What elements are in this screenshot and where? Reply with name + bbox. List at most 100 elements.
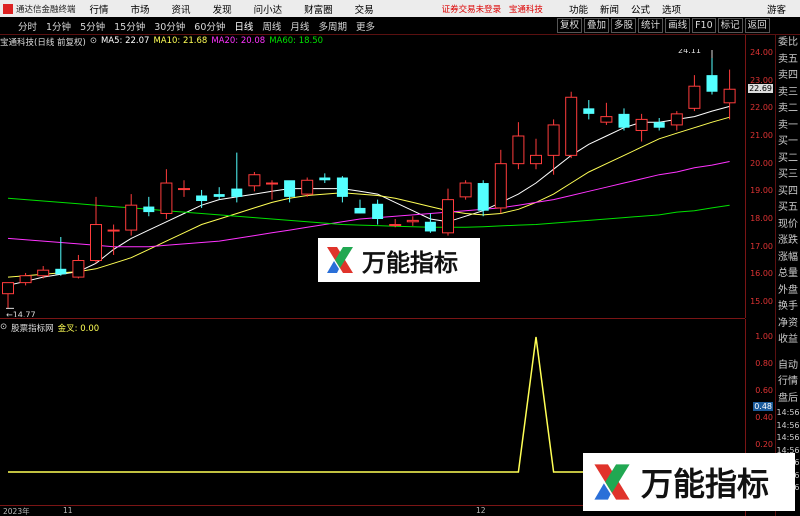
back-button[interactable]: 返回	[744, 18, 770, 33]
side-field-11[interactable]: 现价	[776, 217, 800, 234]
trade-time: 14:56	[776, 408, 800, 417]
period-1min[interactable]: 1分钟	[46, 19, 71, 33]
draw-button[interactable]: 画线	[665, 18, 691, 33]
side-field-1[interactable]: 卖五	[776, 52, 800, 69]
side-field-10[interactable]: 买五	[776, 200, 800, 217]
candle-body	[635, 118, 648, 131]
mark-button[interactable]: 标记	[717, 18, 743, 33]
candle	[107, 224, 120, 255]
period-more[interactable]: 更多	[356, 19, 375, 33]
period-monthly[interactable]: 月线	[290, 19, 309, 33]
candle-body	[583, 108, 595, 114]
candle-body	[723, 88, 736, 104]
ma-line-ma20	[7, 161, 730, 248]
period-60min[interactable]: 60分钟	[194, 19, 225, 33]
side-session-2[interactable]: 盘后	[776, 391, 800, 408]
period-weekly[interactable]: 周线	[262, 19, 281, 33]
f10-button[interactable]: F10	[692, 18, 716, 33]
settings-icon[interactable]: ⊙	[90, 36, 97, 49]
side-field-0[interactable]: 委比	[776, 35, 800, 52]
candle-body	[125, 204, 138, 231]
menu-item-news-feed[interactable]: 新闻	[600, 2, 619, 16]
date-label-month-12: 12	[476, 506, 486, 515]
trade-login-status[interactable]: 证券交易未登录	[442, 5, 502, 15]
overlay-button[interactable]: 叠加	[584, 18, 610, 33]
menu-item-news[interactable]: 资讯	[172, 2, 191, 16]
side-field-3[interactable]: 卖三	[776, 85, 800, 102]
stock-title: 宝通科技(日线 前复权)	[0, 38, 86, 48]
side-field-16[interactable]: 换手	[776, 299, 800, 316]
menu-item-formula[interactable]: 公式	[631, 2, 650, 16]
period-daily[interactable]: 日线	[234, 19, 253, 33]
candle	[618, 108, 630, 131]
multi-stock-button[interactable]: 多股	[611, 18, 637, 33]
side-field-4[interactable]: 卖二	[776, 101, 800, 118]
candle	[530, 138, 542, 170]
side-session-0[interactable]: 自动	[776, 358, 800, 375]
candle	[583, 100, 595, 120]
menu-item-wealth[interactable]: 财富圈	[304, 2, 333, 16]
date-label-year: 2023年	[3, 507, 30, 516]
watermark-logo-icon	[327, 247, 353, 273]
quote-side-panel: 委比 卖五 卖四 卖三 卖二 卖一 买一 买二 买三 买四 买五 现价 涨跌 涨幅 总量 外盘 换手 净资 收益 自…	[775, 35, 800, 516]
candle-body	[301, 179, 314, 195]
candle-body	[442, 199, 454, 234]
menu-item-ask[interactable]: 问小达	[254, 2, 283, 16]
side-field-5[interactable]: 卖一	[776, 118, 800, 135]
price-tick-label: 18.00	[750, 214, 773, 223]
login-status: 证券交易未登录 宝通科技	[442, 3, 548, 15]
trade-time: 14:56	[776, 420, 800, 430]
adjust-button[interactable]: 复权	[557, 18, 583, 33]
side-field-12[interactable]: 涨跌	[776, 233, 800, 250]
side-field-17[interactable]: 净资	[776, 316, 800, 333]
candle-body	[547, 124, 560, 156]
guest-account[interactable]: 游客	[767, 2, 786, 16]
period-timeshare[interactable]: 分时	[18, 19, 37, 33]
side-field-13[interactable]: 涨幅	[776, 250, 800, 267]
side-field-6[interactable]: 买一	[776, 134, 800, 151]
indicator-tick-label: 0.40	[755, 413, 773, 422]
price-tick-label: 24.00	[750, 48, 773, 57]
candle	[19, 272, 32, 286]
candle-body	[213, 194, 225, 197]
candle-body	[618, 113, 630, 128]
side-field-18[interactable]: 收益	[776, 332, 800, 349]
candle-body	[406, 219, 419, 223]
side-session-1[interactable]: 行情	[776, 374, 800, 391]
side-field-15[interactable]: 外盘	[776, 283, 800, 300]
price-axis: 15.00 16.00 17.00 18.00 19.00 20.00 21.00 22.00…	[745, 35, 775, 318]
side-field-9[interactable]: 买四	[776, 184, 800, 201]
candle-body	[688, 85, 701, 109]
period-5min[interactable]: 5分钟	[80, 19, 105, 33]
indicator-tick-label: 1.00	[755, 332, 773, 341]
menu-item-quotes[interactable]: 行情	[90, 2, 109, 16]
menu-item-options[interactable]: 选项	[662, 2, 681, 16]
app-logo-icon	[3, 3, 13, 14]
stats-button[interactable]: 统计	[638, 18, 664, 33]
candle	[2, 282, 14, 309]
candle	[494, 149, 507, 214]
title-bar: 通达信金融终端 行情 市场 资讯 发现 问小达 财富圈 交易 证券交易未登录 宝…	[0, 0, 800, 17]
menu-item-discover[interactable]: 发现	[213, 2, 232, 16]
candle	[266, 180, 278, 200]
pane-divider	[0, 318, 745, 319]
period-30min[interactable]: 30分钟	[154, 19, 185, 33]
price-tick-label: 21.00	[750, 131, 773, 140]
side-field-8[interactable]: 买三	[776, 167, 800, 184]
side-field-7[interactable]: 买二	[776, 151, 800, 168]
candle	[301, 177, 314, 197]
side-field-14[interactable]: 总量	[776, 266, 800, 283]
watermark-corner-logo-icon	[594, 464, 630, 500]
candle-body	[160, 182, 173, 214]
period-15min[interactable]: 15分钟	[114, 19, 145, 33]
quote-fields: 委比 卖五 卖四 卖三 卖二 卖一 买一 买二 买三 买四 买五 现价 涨跌 涨幅 总量 外盘 换手 净资 收益	[776, 35, 800, 349]
candle	[125, 194, 138, 236]
candle	[248, 171, 261, 192]
menu-item-function[interactable]: 功能	[569, 2, 588, 16]
chart-toolbar: 分时 1分钟 5分钟 15分钟 30分钟 60分钟 日线 周线 月线 多周期 更…	[0, 17, 800, 35]
menu-item-trade[interactable]: 交易	[355, 2, 374, 16]
period-multi[interactable]: 多周期	[318, 19, 347, 33]
menu-item-market[interactable]: 市场	[131, 2, 150, 16]
side-field-2[interactable]: 卖四	[776, 68, 800, 85]
candle-body	[477, 183, 489, 211]
